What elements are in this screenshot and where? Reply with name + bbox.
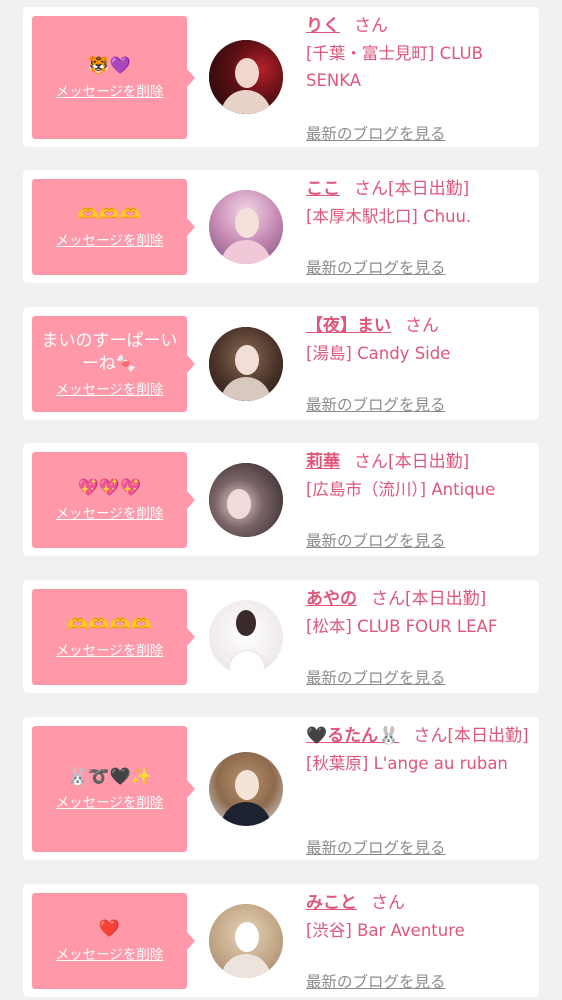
cast-name-link[interactable]: あやの [306, 589, 357, 609]
blog-link[interactable]: 最新のブログを見る [306, 257, 446, 279]
avatar[interactable] [209, 327, 283, 401]
message-bubble: 🐯💜 メッセージを削除 [32, 16, 195, 139]
message-bubble: 🐰➰🖤✨ メッセージを削除 [32, 726, 195, 852]
shop-name: [本厚木駅北口] Chuu. [306, 207, 472, 226]
cast-info: 【夜】まい さん [湯島] Candy Side 最新のブログを見る [306, 313, 534, 414]
delete-message-link[interactable]: メッセージを削除 [56, 946, 164, 964]
message-card: 🫶🫶🫶 メッセージを削除 ここ さん[本日出勤] [本厚木駅北口] Chuu. 最… [23, 170, 539, 283]
name-suffix: さん[本日出勤] [354, 452, 470, 472]
name-suffix: さん [405, 316, 439, 336]
shop-name: [渋谷] Bar Aventure [306, 921, 465, 940]
message-text: ❤️ [98, 919, 121, 939]
delete-message-link[interactable]: メッセージを削除 [56, 505, 164, 523]
avatar[interactable] [209, 40, 283, 114]
cast-name-link[interactable]: ここ [306, 179, 340, 199]
cast-name-link[interactable]: みこと [306, 893, 357, 913]
delete-message-link[interactable]: メッセージを削除 [56, 794, 164, 812]
message-bubble: ❤️ メッセージを削除 [32, 893, 195, 989]
blog-link[interactable]: 最新のブログを見る [306, 667, 446, 689]
cast-name-link[interactable]: りく [306, 16, 340, 36]
message-bubble: 🫶🫶🫶 メッセージを削除 [32, 179, 195, 275]
message-text: 🐰➰🖤✨ [67, 767, 152, 787]
shop-name: [千葉・富士見町] CLUB SENKA [306, 44, 483, 90]
message-card: 🫶🫶🫶🫶 メッセージを削除 あやの さん[本日出勤] [松本] CLUB FOUR… [23, 580, 539, 693]
avatar[interactable] [209, 463, 283, 537]
avatar[interactable] [209, 190, 283, 264]
message-text: 🐯💜 [88, 55, 131, 76]
message-bubble: 💖💖💖 メッセージを削除 [32, 452, 195, 548]
delete-message-link[interactable]: メッセージを削除 [56, 381, 164, 399]
message-card: 💖💖💖 メッセージを削除 莉華 さん[本日出勤] [広島市（流川）] Antiqu… [23, 443, 539, 556]
cast-name-link[interactable]: 🖤るたん🐰 [306, 726, 399, 746]
cast-info: りく さん [千葉・富士見町] CLUB SENKA 最新のブログを見る [306, 13, 534, 143]
cast-info: 莉華 さん[本日出勤] [広島市（流川）] Antique 最新のブログを見る [306, 449, 534, 550]
message-list: 🐯💜 メッセージを削除 りく さん [千葉・富士見町] CLUB SENKA 最新… [0, 0, 562, 1000]
blog-link[interactable]: 最新のブログを見る [306, 837, 446, 859]
avatar[interactable] [209, 600, 283, 674]
blog-link[interactable]: 最新のブログを見る [306, 123, 446, 145]
blog-link[interactable]: 最新のブログを見る [306, 530, 446, 552]
name-suffix: さん [371, 893, 405, 913]
cast-name-link[interactable]: 【夜】まい [306, 316, 391, 336]
name-suffix: さん [354, 16, 388, 36]
cast-name-link[interactable]: 莉華 [306, 452, 340, 472]
name-suffix: さん[本日出勤] [371, 589, 487, 609]
avatar[interactable] [209, 904, 283, 978]
message-card: 🐰➰🖤✨ メッセージを削除 🖤るたん🐰 さん[本日出勤] [秋葉原] L'ange… [23, 717, 539, 860]
shop-name: [湯島] Candy Side [306, 344, 451, 363]
name-suffix: さん[本日出勤] [413, 726, 529, 746]
message-card: ❤️ メッセージを削除 みこと さん [渋谷] Bar Aventure 最新のブ… [23, 884, 539, 997]
name-suffix: さん[本日出勤] [354, 179, 470, 199]
message-text: まいのすーぱーいーね🍬 [41, 330, 178, 374]
cast-info: 🖤るたん🐰 さん[本日出勤] [秋葉原] L'ange au ruban 最新のブ… [306, 723, 534, 857]
message-card: まいのすーぱーいーね🍬 メッセージを削除 【夜】まい さん [湯島] Candy … [23, 307, 539, 420]
cast-info: みこと さん [渋谷] Bar Aventure 最新のブログを見る [306, 890, 534, 991]
shop-name: [松本] CLUB FOUR LEAF [306, 617, 498, 636]
cast-info: ここ さん[本日出勤] [本厚木駅北口] Chuu. 最新のブログを見る [306, 176, 534, 277]
blog-link[interactable]: 最新のブログを見る [306, 971, 446, 993]
cast-info: あやの さん[本日出勤] [松本] CLUB FOUR LEAF 最新のブログを見… [306, 586, 534, 687]
message-text: 🫶🫶🫶 [77, 205, 142, 225]
blog-link[interactable]: 最新のブログを見る [306, 394, 446, 416]
message-text: 🫶🫶🫶🫶 [67, 615, 152, 635]
message-bubble: まいのすーぱーいーね🍬 メッセージを削除 [32, 316, 195, 412]
delete-message-link[interactable]: メッセージを削除 [56, 83, 164, 101]
shop-name: [広島市（流川）] Antique [306, 480, 496, 499]
message-text: 💖💖💖 [77, 478, 142, 498]
shop-name: [秋葉原] L'ange au ruban [306, 754, 508, 773]
message-card: 🐯💜 メッセージを削除 りく さん [千葉・富士見町] CLUB SENKA 最新… [23, 7, 539, 147]
delete-message-link[interactable]: メッセージを削除 [56, 642, 164, 660]
avatar[interactable] [209, 752, 283, 826]
message-bubble: 🫶🫶🫶🫶 メッセージを削除 [32, 589, 195, 685]
delete-message-link[interactable]: メッセージを削除 [56, 232, 164, 250]
